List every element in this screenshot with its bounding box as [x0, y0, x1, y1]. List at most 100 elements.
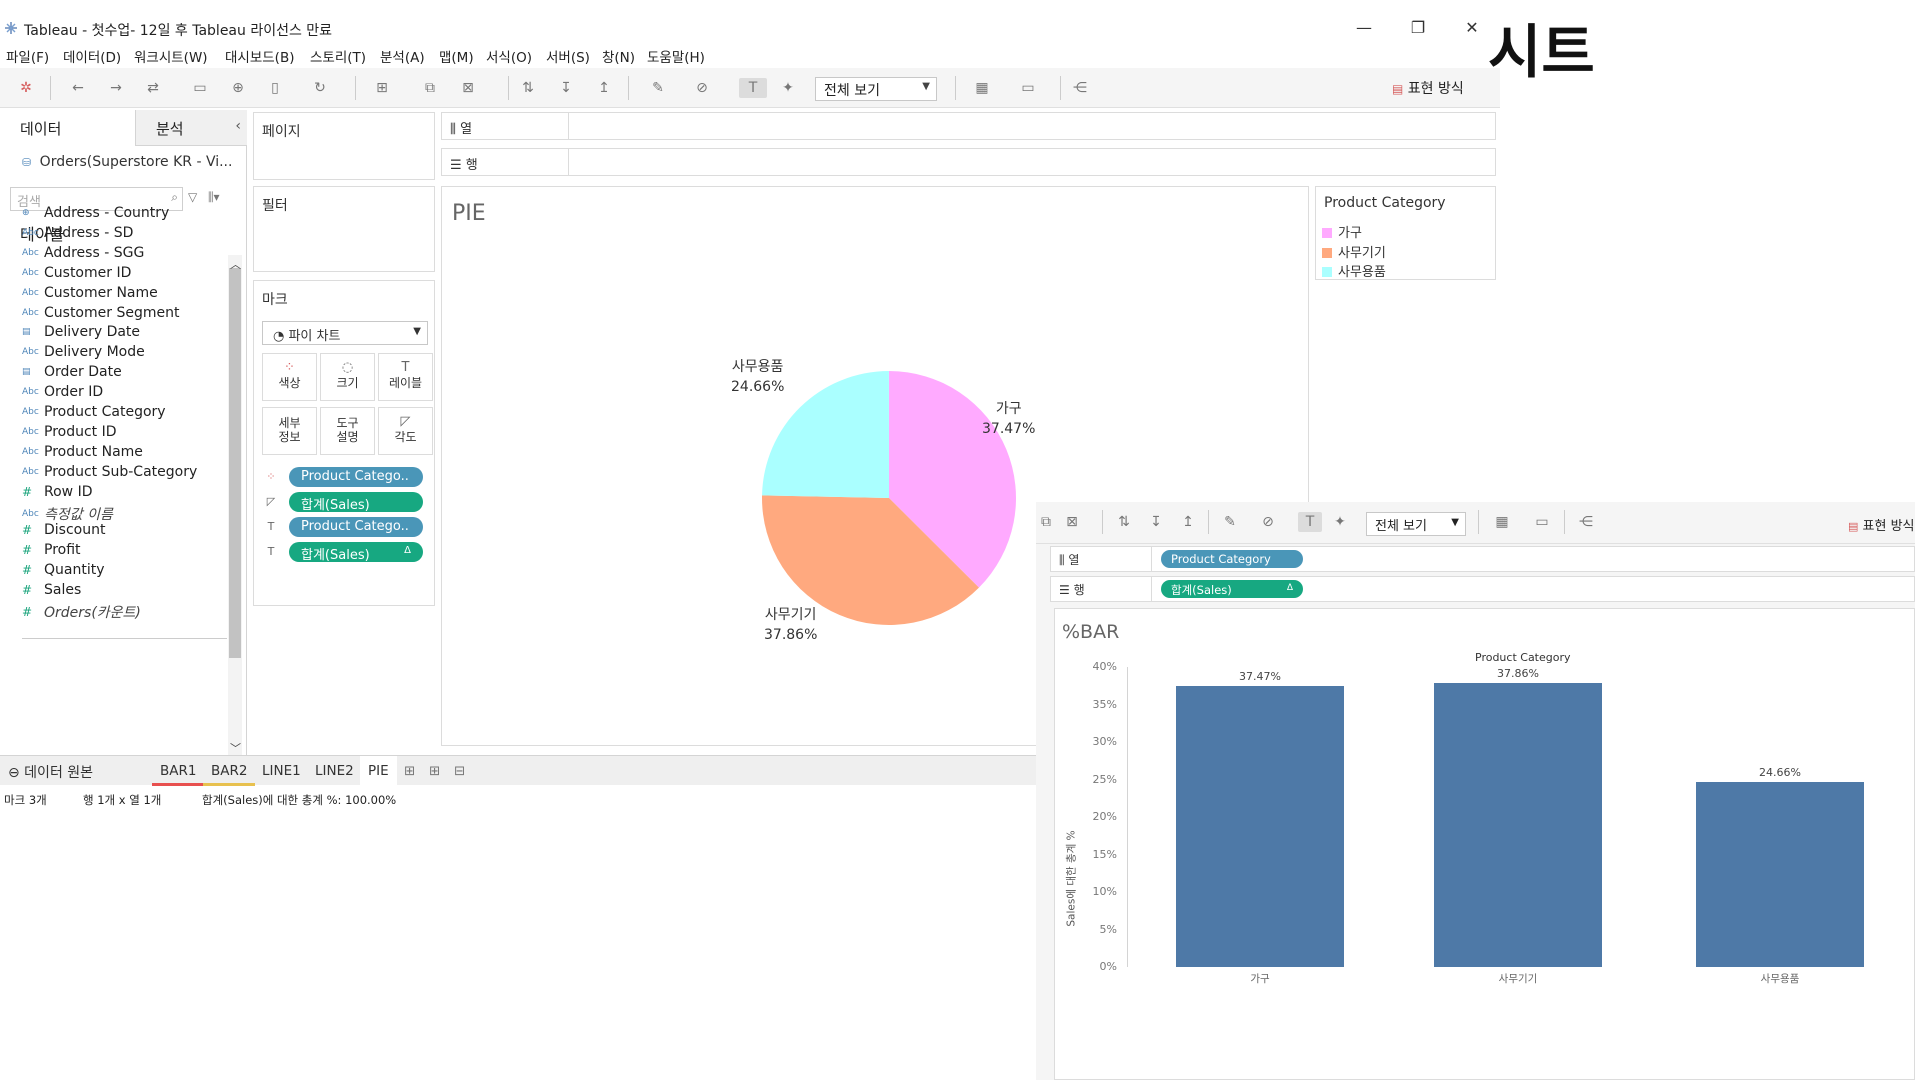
sheet-tab-pie[interactable]: PIE [360, 756, 397, 786]
field-item[interactable]: Abc 측정값 이름 [22, 504, 113, 524]
menu-story[interactable]: 스토리(T) [310, 46, 366, 66]
show-mark-labels-icon[interactable]: T [1298, 512, 1322, 532]
sort-ascending-icon[interactable]: ↧ [556, 78, 576, 98]
sheet-tab-bar1[interactable]: BAR1 [152, 756, 205, 786]
sheet-tab-line2[interactable]: LINE2 [307, 756, 362, 786]
menu-analysis[interactable]: 분석(A) [380, 46, 425, 66]
menu-server[interactable]: 서버(S) [546, 46, 590, 66]
share-icon[interactable]: ⋲ [1070, 78, 1090, 98]
new-story-icon[interactable]: ⊟ [446, 756, 473, 786]
swap-rows-columns-icon[interactable]: ⇅ [518, 78, 538, 98]
sheet-tab-line1[interactable]: LINE1 [254, 756, 309, 786]
measure-item[interactable]: # Discount [22, 522, 105, 542]
color-legend[interactable]: Product Category 가구 사무기기 사무용품 [1315, 186, 1496, 280]
datasource-item[interactable]: ⛁ Orders(Superstore KR - Vi... [22, 154, 232, 170]
field-item[interactable]: ⊕ Address - Country [22, 205, 169, 225]
field-item[interactable]: Abc Order ID [22, 384, 103, 404]
tab-analysis[interactable]: 분석 ‹ [135, 110, 247, 146]
presentation-mode-icon[interactable]: ▭ [1532, 512, 1552, 532]
tooltip-button[interactable]: 도구 설명 [320, 407, 375, 455]
fit-select[interactable]: 전체 보기 ▼ [815, 77, 937, 101]
field-item[interactable]: Abc Address - SD [22, 225, 133, 245]
tableau-home-icon[interactable]: ✲ [16, 78, 36, 98]
menu-worksheet[interactable]: 워크시트(W) [134, 46, 208, 66]
clear-sheet-icon[interactable]: ⊠ [1062, 512, 1082, 532]
restore-icon[interactable]: ❐ [1406, 18, 1430, 38]
menu-format[interactable]: 서식(O) [486, 46, 532, 66]
bar-rows-shelf[interactable]: ☰ 행 합계(Sales) Δ [1050, 576, 1915, 602]
highlight-icon[interactable]: ✎ [1220, 512, 1240, 532]
detail-button[interactable]: 세부 정보 [262, 407, 317, 455]
share-icon[interactable]: ⋲ [1576, 512, 1596, 532]
scroll-up-icon[interactable]: ︿ [230, 256, 241, 272]
menu-help[interactable]: 도움말(H) [647, 46, 705, 66]
fix-axes-icon[interactable]: ✦ [778, 78, 798, 98]
group-members-icon[interactable]: ⊘ [692, 78, 712, 98]
bar-fit-select[interactable]: 전체 보기 ▼ [1366, 512, 1466, 536]
datasource-tab[interactable]: ⊖ 데이터 원본 [8, 762, 93, 782]
collapse-pane-icon[interactable]: ‹ [235, 118, 241, 134]
pill-angle-sum-sales[interactable]: 합계(Sales) [289, 492, 423, 513]
scrollbar-thumb[interactable] [229, 268, 241, 658]
menu-data[interactable]: 데이터(D) [63, 46, 121, 66]
bar-rows-pill-sum-sales[interactable]: 합계(Sales) Δ [1161, 580, 1303, 598]
clear-sheet-icon[interactable]: ⊠ [458, 78, 478, 98]
highlight-icon[interactable]: ✎ [648, 78, 668, 98]
pill-color-product-category[interactable]: Product Catego.. [289, 467, 423, 487]
show-mark-labels-icon[interactable]: T [739, 78, 767, 98]
refresh-icon[interactable]: ↻ [310, 78, 330, 98]
field-item[interactable]: Abc Customer Name [22, 285, 158, 305]
pause-updates-icon[interactable]: ▯ [265, 78, 285, 98]
show-cards-icon[interactable]: ▦ [1492, 512, 1512, 532]
field-item[interactable]: ▤ Delivery Date [22, 324, 140, 344]
new-dashboard-icon[interactable]: ⊞ [421, 756, 448, 786]
field-item[interactable]: Abc Product Sub-Category [22, 464, 197, 484]
label-button[interactable]: T 레이블 [378, 353, 433, 401]
scroll-down-icon[interactable]: ﹀ [230, 740, 241, 756]
new-worksheet-icon[interactable]: ⊞ [372, 78, 392, 98]
sort-descending-icon[interactable]: ↥ [1178, 512, 1198, 532]
bar-mark[interactable] [1176, 685, 1344, 967]
color-button[interactable]: ⁘ 색상 [262, 353, 317, 401]
tab-data[interactable]: 데이터 [0, 110, 135, 146]
bar-mark[interactable] [1696, 782, 1864, 967]
bar-columns-pill-product-category[interactable]: Product Category [1161, 550, 1303, 568]
rows-shelf[interactable]: ☰ 행 [441, 148, 1496, 176]
field-item[interactable]: Abc Customer Segment [22, 305, 179, 325]
bar-show-me-button[interactable]: ▤ 표현 방식 [1848, 515, 1915, 534]
show-me-button[interactable]: ▤ 표현 방식 [1392, 78, 1464, 98]
menu-dashboard[interactable]: 대시보드(B) [225, 46, 294, 66]
new-worksheet-icon[interactable]: ⊞ [396, 756, 423, 786]
columns-shelf[interactable]: ⫼ 열 [441, 112, 1496, 140]
swap-icon[interactable]: ⇄ [143, 78, 163, 98]
minimize-icon[interactable]: — [1352, 18, 1376, 38]
menu-window[interactable]: 창(N) [602, 46, 635, 66]
menu-map[interactable]: 맵(M) [439, 46, 474, 66]
measure-item[interactable]: # Quantity [22, 562, 105, 582]
legend-item-office-supplies[interactable]: 사무용품 [1322, 261, 1386, 280]
field-item[interactable]: Abc Product Category [22, 404, 166, 424]
sort-descending-icon[interactable]: ↥ [594, 78, 614, 98]
filter-fields-icon[interactable]: ▽ [188, 190, 197, 204]
redo-icon[interactable]: → [106, 78, 126, 98]
pill-label-sum-sales[interactable]: 합계(Sales) Δ [289, 542, 423, 563]
size-button[interactable]: ◌ 크기 [320, 353, 375, 401]
legend-item-office-machines[interactable]: 사무기기 [1322, 242, 1386, 261]
measure-item[interactable]: # Orders(카운트) [22, 602, 141, 622]
group-members-icon[interactable]: ⊘ [1258, 512, 1278, 532]
menu-file[interactable]: 파일(F) [6, 46, 49, 66]
angle-button[interactable]: ◸ 각도 [378, 407, 433, 455]
duplicate-icon[interactable]: ⧉ [1036, 512, 1056, 532]
undo-icon[interactable]: ← [68, 78, 88, 98]
show-cards-icon[interactable]: ▦ [972, 78, 992, 98]
field-item[interactable]: Abc Address - SGG [22, 245, 144, 265]
mark-type-select[interactable]: ◔ 파이 차트 ▼ [262, 321, 428, 345]
field-item[interactable]: Abc Delivery Mode [22, 344, 145, 364]
field-item[interactable]: # Row ID [22, 484, 92, 504]
save-icon[interactable]: ▭ [190, 78, 210, 98]
sort-ascending-icon[interactable]: ↧ [1146, 512, 1166, 532]
filters-card[interactable]: 필터 [253, 186, 435, 272]
field-item[interactable]: ▤ Order Date [22, 364, 122, 384]
view-options-icon[interactable]: ⫼▾ [208, 190, 220, 205]
swap-rows-columns-icon[interactable]: ⇅ [1114, 512, 1134, 532]
